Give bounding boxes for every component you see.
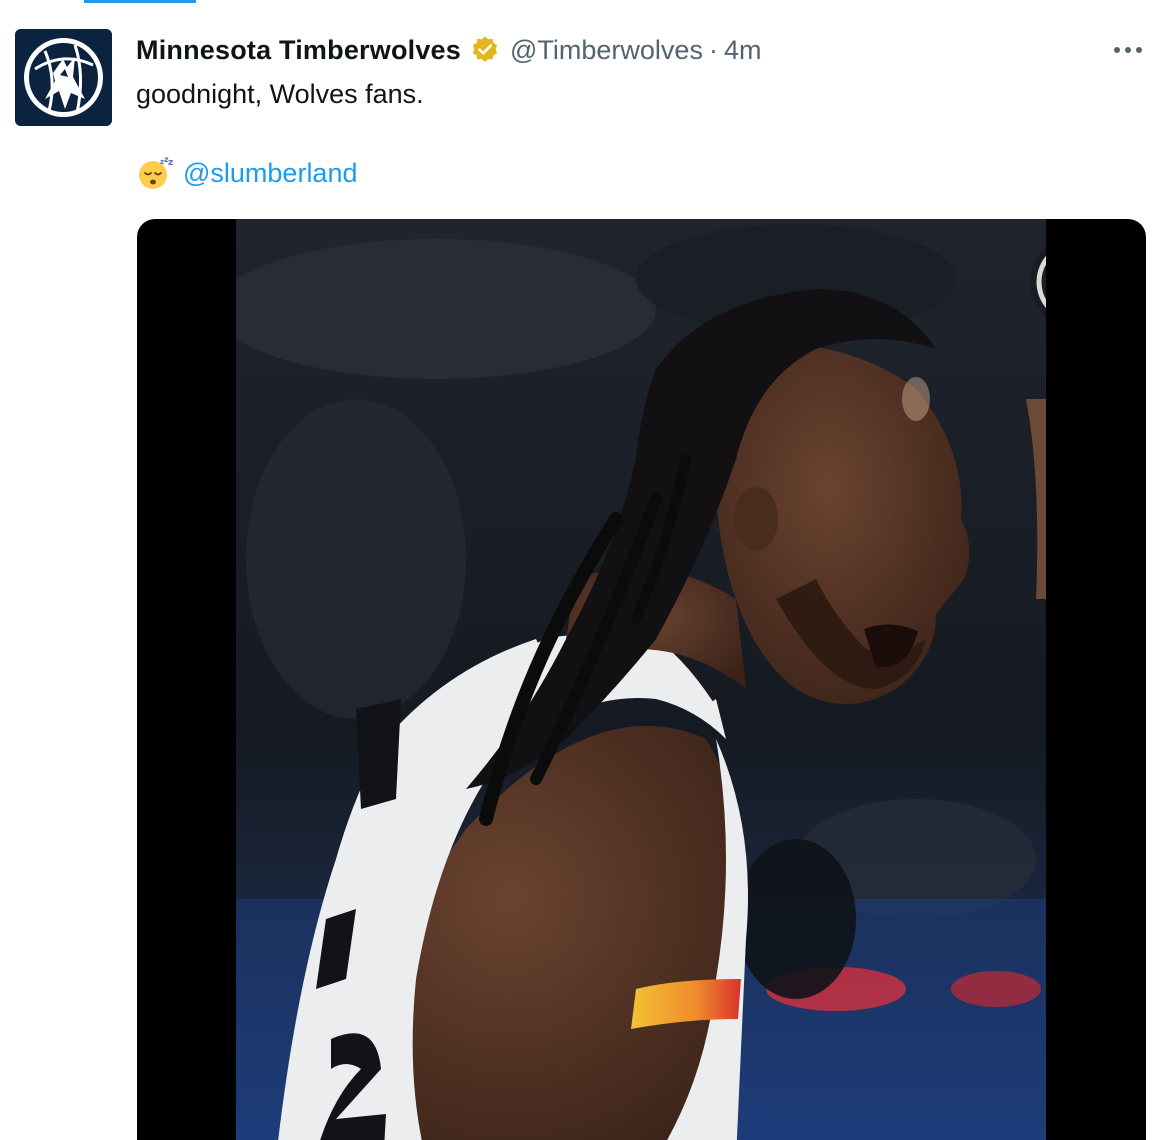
mention-link-slumberland[interactable]: @slumberland (183, 158, 358, 189)
timberwolves-logo-icon (15, 29, 112, 126)
tweet-header: Minnesota Timberwolves @Timberwolves · 4… (136, 30, 761, 70)
tweet-timestamp[interactable]: 4m (724, 35, 762, 66)
active-tab-indicator (84, 0, 196, 3)
author-avatar[interactable] (15, 29, 112, 126)
tweet-text: goodnight, Wolves fans. (136, 79, 424, 109)
tweet-video-player[interactable] (137, 219, 1146, 1140)
more-dots-icon (1114, 47, 1142, 53)
tweet-page: Minnesota Timberwolves @Timberwolves · 4… (0, 0, 1174, 1140)
header-separator: · (708, 34, 718, 65)
more-options-button[interactable] (1108, 34, 1148, 66)
video-frame[interactable] (236, 219, 1046, 1140)
sleepy-face-emoji-icon: z z z (137, 155, 173, 191)
video-still-image (236, 219, 1046, 1140)
verified-badge-icon[interactable] (470, 35, 500, 65)
svg-text:z: z (168, 158, 173, 168)
author-display-name[interactable]: Minnesota Timberwolves (136, 35, 461, 66)
mention-line: z z z @slumberland (137, 154, 358, 192)
author-handle[interactable]: @Timberwolves (510, 35, 703, 66)
